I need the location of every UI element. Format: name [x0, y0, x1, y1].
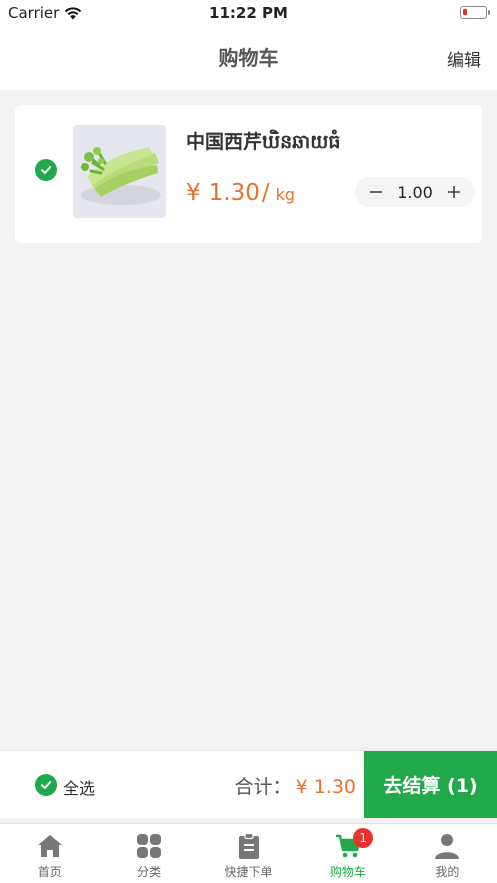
tab-cart[interactable]: 1 购物车 — [298, 824, 397, 883]
edit-button[interactable]: 编辑 — [447, 46, 481, 71]
checkmark-icon — [41, 781, 52, 789]
tab-label: 我的 — [435, 865, 460, 879]
select-all-label[interactable]: 全选 — [63, 775, 95, 799]
tab-label: 购物车 — [329, 865, 366, 879]
nav-bar: 购物车 编辑 — [0, 26, 497, 90]
minus-icon — [370, 191, 382, 193]
clipboard-icon — [238, 832, 259, 859]
user-icon — [435, 834, 460, 859]
tab-bar: 首页 分类 快捷下单 1 购物车 我的 — [0, 823, 497, 883]
select-all-checkbox[interactable] — [35, 774, 57, 796]
total-amount: ¥ 1.30 — [295, 776, 356, 798]
product-image[interactable] — [73, 125, 166, 218]
increase-button[interactable] — [445, 182, 463, 202]
price-unit: kg — [275, 185, 296, 204]
price-value: 1.30 — [208, 180, 260, 206]
celery-image — [73, 125, 166, 218]
total-label: 合计： — [234, 776, 292, 798]
decrease-button[interactable] — [367, 182, 385, 202]
quantity-stepper: 1.00 — [355, 177, 475, 207]
cart-badge: 1 — [353, 828, 374, 848]
checkout-button[interactable]: 去结算 (1) — [364, 751, 497, 818]
tab-label: 分类 — [137, 865, 162, 879]
product-name: 中国西芹ឃិនឆាយធំ — [186, 131, 341, 153]
tab-home[interactable]: 首页 — [0, 824, 99, 883]
product-price: ¥ 1.30 / kg — [186, 180, 295, 206]
cart-item: 中国西芹ឃិនឆាយធំ ¥ 1.30 / kg 1.00 — [15, 105, 482, 243]
home-icon — [37, 835, 62, 857]
checkmark-icon — [41, 166, 52, 174]
page-title: 购物车 — [218, 46, 279, 70]
battery-icon — [460, 6, 490, 19]
tab-category[interactable]: 分类 — [99, 824, 198, 883]
tab-quick-order[interactable]: 快捷下单 — [199, 824, 298, 883]
tab-mine[interactable]: 我的 — [398, 824, 497, 883]
tab-label: 快捷下单 — [224, 865, 273, 879]
item-checkbox[interactable] — [35, 159, 57, 181]
checkout-bar: 全选 合计： ¥ 1.30 去结算 (1) — [0, 750, 497, 818]
price-unit-separator: / — [261, 180, 270, 206]
currency-symbol: ¥ — [186, 180, 201, 206]
tab-label: 首页 — [37, 865, 62, 879]
quantity-value[interactable]: 1.00 — [397, 183, 433, 202]
plus-icon — [448, 186, 460, 198]
status-time: 11:22 PM — [209, 4, 288, 22]
status-bar: Carrier 11:22 PM — [0, 0, 497, 26]
category-grid-icon — [137, 834, 162, 858]
total-summary: 合计： ¥ 1.30 — [235, 772, 356, 799]
